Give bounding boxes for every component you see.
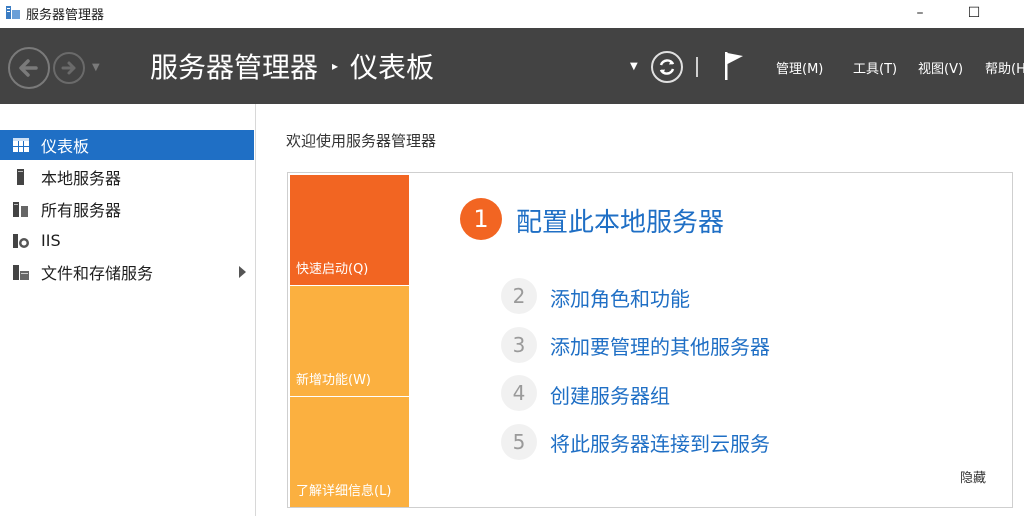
maximize-button[interactable]: ☐ xyxy=(951,0,997,28)
window-title: 服务器管理器 xyxy=(26,8,105,23)
forward-button[interactable] xyxy=(53,52,85,84)
servers-icon xyxy=(13,202,28,217)
sidebar-item-label: 仪表板 xyxy=(41,137,90,156)
storage-icon xyxy=(13,265,29,280)
iis-icon xyxy=(13,234,29,248)
minimize-button[interactable]: – xyxy=(897,0,943,28)
breadcrumb-current: 仪表板 xyxy=(350,51,435,84)
header-bar: ▼ 服务器管理器 ▸ 仪表板 ▼ 管理(M) 工具(T) 视图(V) 帮助(H xyxy=(0,28,1024,104)
step-number-badge: 2 xyxy=(501,278,537,314)
sidebar-item-label: 所有服务器 xyxy=(41,201,122,220)
step-number-badge: 3 xyxy=(501,327,537,363)
sidebar-item-local-server[interactable]: 本地服务器 xyxy=(0,162,254,192)
dashboard-icon xyxy=(13,138,29,152)
sidebar-item-file-storage[interactable]: 文件和存储服务 xyxy=(0,257,254,287)
step-link-connect-cloud[interactable]: 将此服务器连接到云服务 xyxy=(550,428,770,457)
breadcrumb: 服务器管理器 ▸ 仪表板 xyxy=(150,46,434,86)
tile-whats-new[interactable]: 新增功能(W) xyxy=(290,286,409,396)
back-button[interactable] xyxy=(8,47,50,89)
tile-label: 新增功能(W) xyxy=(296,373,371,388)
breadcrumb-root[interactable]: 服务器管理器 xyxy=(150,46,318,86)
tile-label: 快速启动(Q) xyxy=(296,262,369,277)
step-link-add-roles[interactable]: 添加角色和功能 xyxy=(550,283,690,312)
step-number-badge: 4 xyxy=(501,375,537,411)
step-link-configure-local-server[interactable]: 配置此本地服务器 xyxy=(516,202,724,239)
chevron-right-icon[interactable] xyxy=(239,266,246,278)
welcome-panel: 快速启动(Q) 新增功能(W) 了解详细信息(L) 1 配置此本地服务器 2 添… xyxy=(287,172,1013,508)
menu-view[interactable]: 视图(V) xyxy=(918,58,963,77)
page-title: 欢迎使用服务器管理器 xyxy=(286,132,437,150)
notifications-flag-icon[interactable] xyxy=(722,50,746,82)
title-bar: 服务器管理器 – ☐ xyxy=(0,0,1024,28)
arrow-right-icon xyxy=(61,61,76,75)
menu-help[interactable]: 帮助(H xyxy=(985,58,1024,77)
refresh-icon xyxy=(659,59,675,75)
hide-link[interactable]: 隐藏 xyxy=(960,467,986,486)
server-manager-app-icon xyxy=(6,6,20,19)
header-dropdown-icon[interactable]: ▼ xyxy=(630,61,638,72)
server-icon xyxy=(17,169,24,185)
tile-quick-start[interactable]: 快速启动(Q) xyxy=(290,175,409,285)
menu-tools[interactable]: 工具(T) xyxy=(853,58,897,77)
menu-manage[interactable]: 管理(M) xyxy=(776,58,823,77)
step-number-badge: 5 xyxy=(501,424,537,460)
sidebar-item-label: 文件和存储服务 xyxy=(41,264,154,283)
arrow-left-icon xyxy=(19,59,38,77)
header-divider xyxy=(696,57,698,77)
sidebar-item-iis[interactable]: IIS xyxy=(0,225,254,255)
tile-label: 了解详细信息(L) xyxy=(296,484,392,499)
step-link-create-server-group[interactable]: 创建服务器组 xyxy=(550,380,670,409)
sidebar-item-dashboard[interactable]: 仪表板 xyxy=(0,130,254,160)
sidebar: 仪表板 本地服务器 所有服务器 IIS 文件和存储服务 xyxy=(0,104,256,516)
sidebar-item-label: 本地服务器 xyxy=(41,169,122,188)
history-dropdown-icon[interactable]: ▼ xyxy=(92,62,100,73)
sidebar-item-all-servers[interactable]: 所有服务器 xyxy=(0,194,254,224)
step-link-add-servers[interactable]: 添加要管理的其他服务器 xyxy=(550,331,770,360)
breadcrumb-separator-icon: ▸ xyxy=(332,59,339,73)
step-number-badge: 1 xyxy=(460,198,502,240)
tile-learn-more[interactable]: 了解详细信息(L) xyxy=(290,397,409,507)
sidebar-item-label: IIS xyxy=(41,230,61,250)
refresh-button[interactable] xyxy=(651,51,683,83)
